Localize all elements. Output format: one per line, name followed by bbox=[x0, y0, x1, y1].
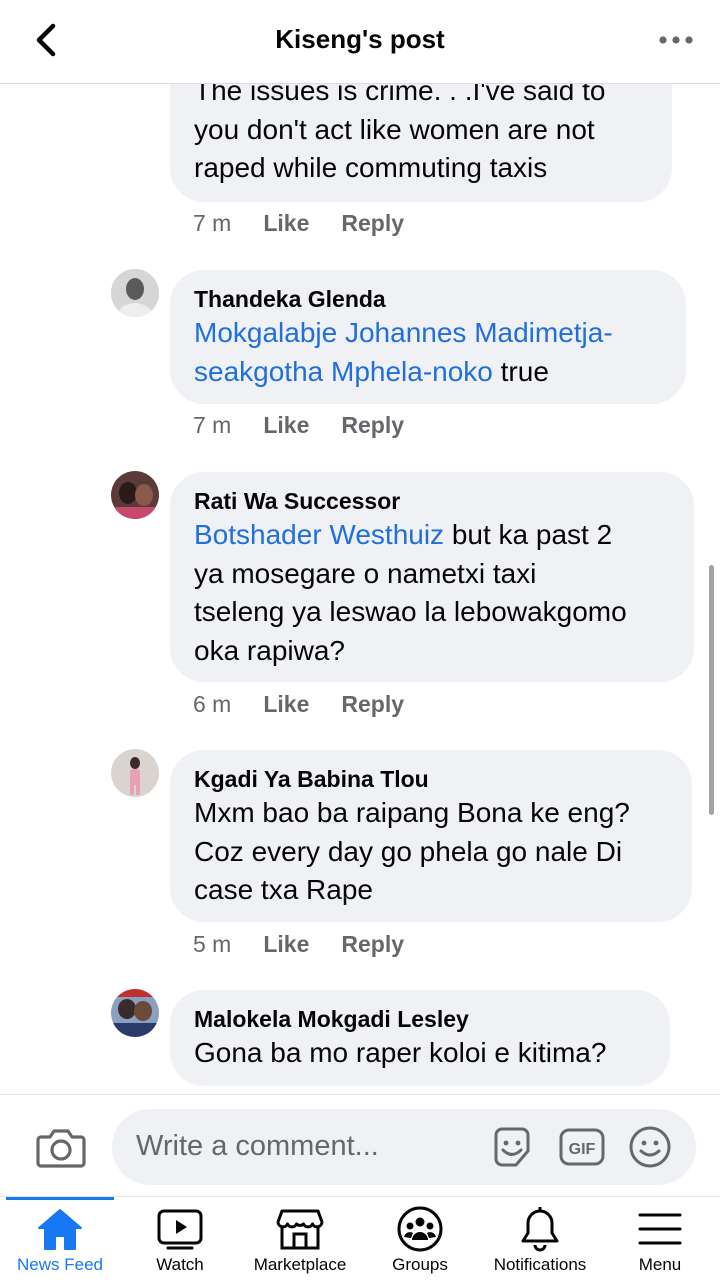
mention-link[interactable]: Botshader Westhuiz bbox=[194, 519, 444, 550]
comment-bubble[interactable]: Thandeka Glenda Mokgalabje Johannes Madi… bbox=[170, 270, 686, 404]
comment-text: The issues is crime. . .I've said to you… bbox=[194, 84, 648, 188]
watch-icon bbox=[157, 1209, 203, 1250]
comment-time: 6 m bbox=[193, 691, 232, 717]
groups-icon bbox=[397, 1206, 443, 1252]
comment-meta: 7 m Like Reply bbox=[193, 210, 436, 237]
tab-label: Groups bbox=[392, 1255, 448, 1274]
tab-label: Menu bbox=[638, 1255, 682, 1274]
comment-line: The issues is crime. . .I've said to bbox=[194, 84, 606, 106]
comment-meta: 7 m Like Reply bbox=[193, 412, 436, 439]
comment-line: raped while commuting taxis bbox=[194, 152, 548, 183]
active-tab-indicator bbox=[6, 1197, 114, 1200]
comment-line: tseleng ya leswao la lebowakgomo bbox=[194, 596, 627, 627]
comment-placeholder: Write a comment... bbox=[136, 1130, 379, 1162]
tab-notifications[interactable]: Notifications bbox=[480, 1197, 600, 1280]
commenter-name[interactable]: Rati Wa Successor bbox=[194, 486, 670, 516]
emoji-button[interactable] bbox=[628, 1125, 672, 1169]
comment-input[interactable]: Write a comment... GIF bbox=[112, 1109, 696, 1185]
avatar[interactable] bbox=[111, 749, 159, 797]
like-button[interactable]: Like bbox=[263, 691, 309, 718]
svg-text:GIF: GIF bbox=[569, 1141, 596, 1158]
mention-link[interactable]: seakgotha Mphela-noko bbox=[194, 356, 493, 387]
comment-time: 7 m bbox=[193, 412, 232, 438]
mention-link[interactable]: Mokgalabje Johannes Madimetja- bbox=[194, 317, 613, 348]
sticker-button[interactable] bbox=[488, 1123, 536, 1171]
more-options-button[interactable] bbox=[656, 22, 696, 58]
tab-watch[interactable]: Watch bbox=[120, 1197, 240, 1280]
comment-line: you don't act like women are not bbox=[194, 113, 595, 145]
tab-groups[interactable]: Groups bbox=[360, 1197, 480, 1280]
like-button[interactable]: Like bbox=[263, 931, 309, 958]
avatar[interactable] bbox=[111, 989, 159, 1037]
home-icon bbox=[38, 1209, 82, 1250]
gif-icon: GIF bbox=[559, 1128, 605, 1166]
tab-label: Notifications bbox=[493, 1255, 587, 1274]
comment-bubble[interactable]: Malokela Mokgadi Lesley Gona ba mo raper… bbox=[170, 990, 670, 1086]
comment-text: Mokgalabje Johannes Madimetja- seakgotha… bbox=[194, 314, 662, 391]
reply-button[interactable]: Reply bbox=[341, 412, 404, 439]
comment-text: Botshader Westhuiz but ka past 2 ya mose… bbox=[194, 516, 670, 670]
comment-bubble[interactable]: Kgadi Ya Babina Tlou Mxm bao ba raipang … bbox=[170, 750, 692, 922]
tab-news-feed[interactable]: News Feed bbox=[0, 1197, 120, 1280]
hamburger-icon bbox=[638, 1213, 682, 1245]
avatar[interactable] bbox=[111, 269, 159, 317]
camera-button[interactable] bbox=[36, 1125, 86, 1169]
comment-bubble[interactable]: The issues is crime. . .I've said to you… bbox=[170, 84, 672, 202]
page-title: Kiseng's post bbox=[275, 24, 445, 54]
emoji-icon bbox=[629, 1126, 671, 1168]
comment-text-span: but ka past 2 bbox=[444, 519, 613, 550]
camera-icon bbox=[36, 1129, 86, 1168]
comment-time: 5 m bbox=[193, 931, 232, 957]
commenter-name[interactable]: Kgadi Ya Babina Tlou bbox=[194, 764, 668, 794]
comment-line: ya mosegare o nametxi taxi bbox=[194, 557, 537, 589]
comment-text: Gona ba mo raper koloi e kitima? bbox=[194, 1034, 646, 1073]
comment-text: Mxm bao ba raipang Bona ke eng? Coz ever… bbox=[194, 794, 668, 910]
comment-time: 7 m bbox=[193, 210, 232, 236]
scrollbar[interactable] bbox=[709, 565, 714, 815]
reply-button[interactable]: Reply bbox=[341, 931, 404, 958]
comment-meta: 6 m Like Reply bbox=[193, 691, 436, 718]
gif-button[interactable]: GIF bbox=[558, 1125, 606, 1169]
more-icon bbox=[659, 36, 693, 44]
comment-line: oka rapiwa? bbox=[194, 634, 345, 666]
comment-line: Mxm bao ba raipang Bona ke eng? bbox=[194, 797, 630, 828]
tab-menu[interactable]: Menu bbox=[600, 1197, 720, 1280]
comments-list: The issues is crime. . .I've said to you… bbox=[0, 84, 720, 1094]
tab-label: News Feed bbox=[17, 1255, 103, 1274]
bell-icon bbox=[521, 1207, 559, 1252]
tab-label: Watch bbox=[156, 1255, 204, 1274]
comment-text-span: true bbox=[492, 355, 549, 387]
avatar[interactable] bbox=[111, 471, 159, 519]
comment-line: case txa Rape bbox=[194, 874, 373, 905]
tab-marketplace[interactable]: Marketplace bbox=[240, 1197, 360, 1280]
marketplace-icon bbox=[276, 1209, 324, 1250]
like-button[interactable]: Like bbox=[263, 210, 309, 237]
tab-label: Marketplace bbox=[253, 1255, 347, 1274]
comment-meta: 5 m Like Reply bbox=[193, 931, 436, 958]
comment-line: Coz every day go phela go nale Di bbox=[194, 835, 623, 867]
reply-button[interactable]: Reply bbox=[341, 691, 404, 718]
comment-bubble[interactable]: Rati Wa Successor Botshader Westhuiz but… bbox=[170, 472, 694, 682]
commenter-name[interactable]: Malokela Mokgadi Lesley bbox=[194, 1004, 646, 1034]
sticker-icon bbox=[494, 1127, 530, 1167]
top-bar: Kiseng's post bbox=[0, 0, 720, 84]
comment-composer: Write a comment... GIF bbox=[0, 1094, 720, 1196]
reply-button[interactable]: Reply bbox=[341, 210, 404, 237]
bottom-tab-bar: News Feed Watch Marketplace Groups Notif… bbox=[0, 1196, 720, 1280]
like-button[interactable]: Like bbox=[263, 412, 309, 439]
comment-line: Gona ba mo raper koloi e kitima? bbox=[194, 1037, 607, 1068]
commenter-name[interactable]: Thandeka Glenda bbox=[194, 284, 662, 314]
